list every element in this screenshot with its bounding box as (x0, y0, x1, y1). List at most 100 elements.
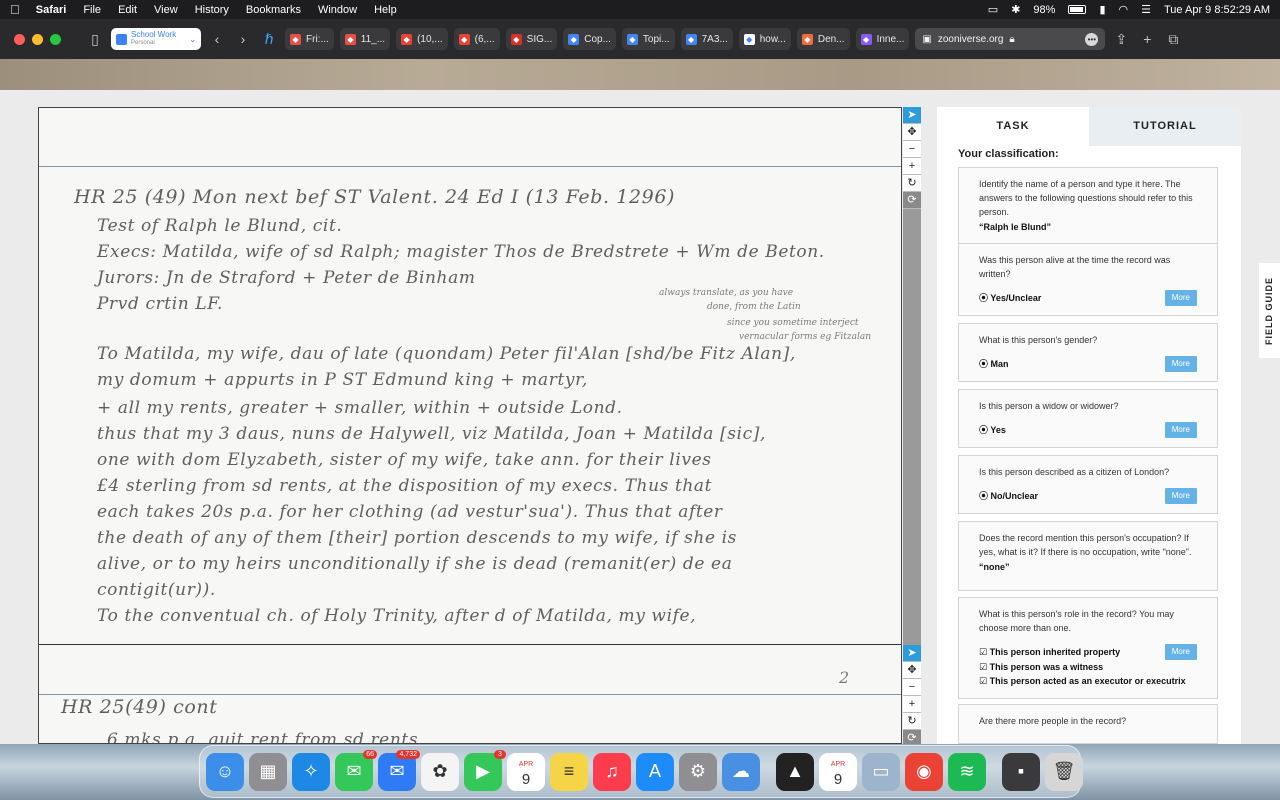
notes-icon[interactable]: ≡ (550, 752, 588, 791)
sidebar-icon[interactable]: ▯ (85, 31, 105, 48)
more-button[interactable]: More (1164, 422, 1197, 438)
user-icon[interactable]: ▮ (1099, 3, 1105, 16)
safari-icon[interactable]: ✧ (292, 752, 330, 791)
vlc-icon[interactable]: ▲ (776, 752, 814, 791)
menu-history[interactable]: History (195, 4, 229, 16)
calendar-day: 9 (833, 770, 843, 788)
tab-overview-icon[interactable]: ⧉ (1163, 31, 1183, 48)
music-icon[interactable]: ♫ (593, 752, 631, 791)
launchpad-icon[interactable]: ▦ (249, 752, 287, 791)
answer-row: ⦿ Yes/Unclear More (979, 290, 1197, 306)
tab-favicon-icon: ◆ (626, 33, 638, 45)
question-text: Are there more people in the record? (979, 716, 1127, 726)
forward-icon[interactable]: › (233, 31, 253, 47)
rotate-icon[interactable]: ↻ (903, 713, 921, 730)
photos-icon[interactable]: ✿ (421, 752, 459, 791)
menu-help[interactable]: Help (374, 4, 397, 16)
facetime-icon[interactable]: ▶ 3 (464, 749, 506, 791)
browser-tab[interactable]: ◆ how... (738, 28, 791, 50)
wifi-icon[interactable]: ◠ (1119, 3, 1129, 16)
app-store-icon[interactable]: A (636, 752, 674, 791)
browser-tab[interactable]: ◆ 7A3... (680, 28, 733, 50)
tab-favicon-icon: ◆ (344, 33, 356, 45)
subject-viewer[interactable]: HR 25 (49) Mon next bef ST Valent. 24 Ed… (38, 107, 902, 744)
messages-icon[interactable]: ✉ 66 (335, 749, 377, 791)
tab-label: Inne... (876, 33, 905, 45)
calendar-icon[interactable]: APR 9 (507, 752, 545, 791)
handwritten-line: each takes 20s p.a. for her clothing (ad… (97, 502, 723, 522)
window-icon[interactable]: ▪ (1002, 752, 1040, 791)
display-icon[interactable]: ▭ (988, 3, 998, 16)
apple-icon[interactable]:  (10, 2, 20, 17)
question-card: Is this person described as a citizen of… (958, 455, 1218, 514)
more-icon[interactable]: ••• (1085, 32, 1099, 46)
field-guide-tab[interactable]: FIELD GUIDE (1259, 263, 1280, 358)
zoom-out-icon[interactable]: − (903, 679, 921, 696)
handwritten-line: thus that my 3 daus, nuns de Halywell, v… (97, 424, 766, 444)
browser-tab[interactable]: ◆ (10,... (396, 28, 448, 50)
move-icon[interactable]: ✥ (903, 124, 921, 141)
browser-tab[interactable]: ◆ Inne... (855, 28, 910, 50)
margin-note: since you sometime interject (727, 318, 859, 328)
menu-app[interactable]: Safari (36, 4, 67, 16)
browser-tab[interactable]: ◆ (6,... (453, 28, 500, 50)
more-button[interactable]: More (1164, 290, 1197, 306)
browser-tab[interactable]: ◆ 11_... (339, 28, 391, 50)
more-button[interactable]: More (1164, 488, 1197, 504)
question-card: What is this person's role in the record… (958, 597, 1218, 699)
extension-icon[interactable]: ℏ (259, 31, 279, 48)
tab-tutorial[interactable]: TUTORIAL (1089, 107, 1241, 146)
clock[interactable]: Tue Apr 9 8:52:29 AM (1164, 4, 1270, 16)
more-button[interactable]: More (1164, 644, 1197, 660)
browser-tab[interactable]: ◆ SIG... (505, 28, 558, 50)
handwritten-line: Execs: Matilda, wife of sd Ralph; magist… (97, 242, 825, 262)
new-tab-icon[interactable]: + (1137, 31, 1157, 47)
rotate-icon[interactable]: ↻ (903, 175, 921, 192)
menu-bookmarks[interactable]: Bookmarks (246, 4, 301, 16)
calendar-2-icon[interactable]: APR 9 (819, 752, 857, 791)
move-icon[interactable]: ✥ (903, 662, 921, 679)
control-center-icon[interactable]: ☰ (1141, 3, 1151, 16)
notification-badge: 66 (363, 749, 377, 759)
back-icon[interactable]: ‹ (207, 31, 227, 47)
preview-icon[interactable]: ▭ (862, 752, 900, 791)
browser-tab[interactable]: ◆ Cop... (563, 28, 616, 50)
checked-answer: ☑ This person was a witness (979, 662, 1104, 672)
browser-tab[interactable]: ◆ Fri:... (285, 28, 334, 50)
trash-icon[interactable]: 🗑 (1045, 752, 1083, 791)
menu-file[interactable]: File (83, 4, 101, 16)
chrome-icon[interactable]: ◉ (905, 752, 943, 791)
battery-icon[interactable] (1068, 5, 1087, 14)
pointer-icon[interactable]: ➤ (903, 645, 921, 662)
minimize-window-button[interactable] (32, 33, 43, 45)
zoom-in-icon[interactable]: + (903, 158, 921, 175)
zoom-window-button[interactable] (50, 33, 61, 45)
browser-tab[interactable]: ◆ Den... (796, 28, 850, 50)
menu-window[interactable]: Window (318, 4, 357, 16)
bluetooth-icon[interactable]: ✱ (1011, 3, 1020, 16)
system-settings-icon[interactable]: ⚙ (679, 752, 717, 791)
weather-icon[interactable]: ☁ (722, 752, 760, 791)
browser-tab[interactable]: ◆ Topi... (621, 28, 675, 50)
address-bar[interactable]: ▣ zooniverse.org 🔒︎ ••• (915, 28, 1106, 50)
spotify-icon[interactable]: ≋ (948, 752, 986, 791)
menu-view[interactable]: View (154, 4, 178, 16)
more-button[interactable]: More (1164, 356, 1197, 372)
tab-strip: ◆ Fri:... ◆ 11_... ◆ (10,... ◆ (6,... ◆ SIG... ◆ Co… (285, 28, 910, 50)
viewer-scrollbar[interactable] (903, 209, 921, 645)
mail-icon[interactable]: ✉ 4,732 (378, 749, 420, 791)
tab-task[interactable]: TASK (937, 107, 1089, 146)
profile-switcher[interactable]: School Work Personal ⌄ (111, 28, 201, 50)
zoom-in-icon[interactable]: + (903, 696, 921, 713)
finder-icon[interactable]: ☺ (206, 752, 244, 791)
reset-icon[interactable]: ⟳ (903, 192, 921, 209)
menu-edit[interactable]: Edit (118, 4, 137, 16)
share-icon[interactable]: ⇪ (1111, 31, 1131, 48)
question-text: Does the record mention this person's oc… (979, 533, 1192, 557)
close-window-button[interactable] (14, 33, 25, 45)
handwritten-line: contigit(ur)). (97, 580, 216, 600)
zoom-out-icon[interactable]: − (903, 141, 921, 158)
checked-answer: ☑ This person inherited property (979, 647, 1121, 657)
pointer-icon[interactable]: ➤ (903, 107, 921, 124)
handwritten-line: Test of Ralph le Blund, cit. (97, 216, 343, 236)
